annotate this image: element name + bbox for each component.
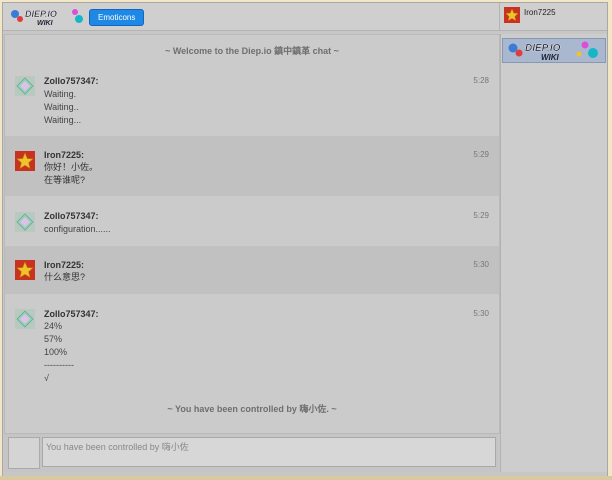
message-time: 5:29 (473, 150, 489, 159)
current-user-name[interactable]: Iron7225 (524, 8, 556, 17)
chat-message: Zollo757347: 5:28 Waiting. Waiting.. Wai… (5, 70, 499, 126)
wiki-logo[interactable]: DIEP.IO WIKI (502, 38, 606, 63)
svg-text:WIKI: WIKI (541, 53, 560, 62)
star-avatar-icon (504, 7, 520, 23)
star-avatar-icon (15, 260, 35, 280)
message-line: √ (44, 373, 49, 383)
star-avatar-icon (15, 151, 35, 171)
message-body: Waiting. Waiting.. Waiting... (44, 88, 81, 127)
message-line: ---------- (44, 360, 74, 370)
diamond-avatar-icon (15, 76, 35, 96)
message-line: 24% (44, 321, 63, 331)
user-panel: Iron7225 (499, 3, 607, 30)
message-author[interactable]: Zollo757347: (44, 309, 99, 319)
message-body: 什么意思? (44, 271, 85, 284)
message-author[interactable]: Iron7225: (44, 260, 84, 270)
message-body: configuration...... (44, 223, 111, 236)
page-bottom-edge (0, 476, 612, 480)
chat-window: DIEP.IO WIKI Emoticons Iron7225 ~ Welcom… (2, 2, 608, 477)
control-notice: ~ You have been controlled by 嗨小佐. ~ (167, 404, 337, 414)
message-time: 5:28 (473, 76, 489, 85)
message-line: configuration...... (44, 224, 111, 234)
message-line: 57% (44, 334, 63, 344)
wiki-logo[interactable]: DIEP.IO WIKI (9, 7, 87, 27)
message-compose (4, 434, 498, 472)
message-author[interactable]: Zollo757347: (44, 211, 99, 221)
top-bar: DIEP.IO WIKI Emoticons Iron7225 (3, 3, 607, 31)
message-time: 5:30 (473, 309, 489, 318)
chat-message: Iron7225: 5:29 你好！小佐。 在等谁呢? (5, 136, 499, 196)
input-avatar (8, 437, 40, 469)
chat-message: Zollo757347: 5:30 24% 57% 100% ---------… (5, 294, 499, 394)
message-time: 5:30 (473, 260, 489, 269)
message-line: Waiting. (44, 89, 77, 99)
message-input[interactable] (42, 437, 496, 467)
chat-log[interactable]: ~ Welcome to the Diep.io 鎮中鎮革 chat ~ Zol… (4, 34, 500, 434)
sidebar: DIEP.IO WIKI (500, 34, 607, 472)
message-line: 100% (44, 347, 68, 357)
message-body: 你好！小佐。 在等谁呢? (44, 161, 98, 187)
diamond-avatar-icon (15, 309, 35, 329)
emoticons-button[interactable]: Emoticons (89, 9, 145, 26)
message-author[interactable]: Zollo757347: (44, 76, 99, 86)
chat-message: Iron7225: 5:30 什么意思? (5, 246, 499, 294)
welcome-message: ~ Welcome to the Diep.io 鎮中鎮革 chat ~ (165, 46, 339, 56)
message-line: 你好！小佐。 (44, 162, 99, 172)
message-author[interactable]: Iron7225: (44, 150, 84, 160)
svg-text:DIEP.IO: DIEP.IO (25, 9, 57, 19)
message-time: 5:29 (473, 211, 489, 220)
message-line: 在等谁呢? (44, 175, 86, 185)
message-line: 什么意思? (44, 272, 86, 282)
chat-message: Zollo757347: 5:29 configuration...... (5, 196, 499, 246)
message-line: Waiting... (44, 115, 82, 125)
svg-text:WIKI: WIKI (37, 20, 54, 27)
message-body: 24% 57% 100% ---------- √ (44, 320, 74, 385)
diamond-avatar-icon (15, 212, 35, 232)
message-line: Waiting.. (44, 102, 79, 112)
